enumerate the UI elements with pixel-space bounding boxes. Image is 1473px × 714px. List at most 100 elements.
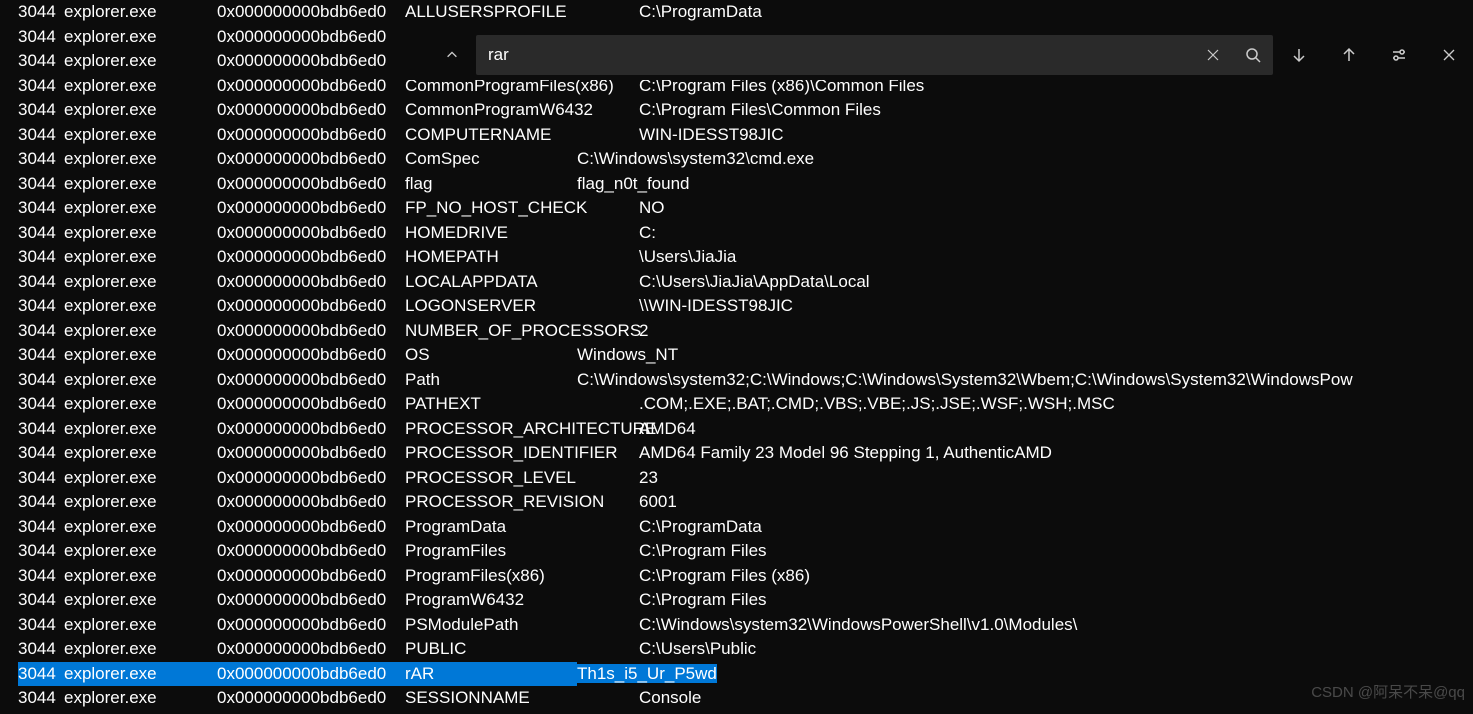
cell-pid: 3044 <box>18 686 64 711</box>
cell-process: explorer.exe <box>64 662 217 687</box>
cell-address: 0x000000000bdb6ed0 <box>217 74 405 99</box>
cell-address: 0x000000000bdb6ed0 <box>217 564 405 589</box>
cell-address: 0x000000000bdb6ed0 <box>217 147 405 172</box>
cell-pid: 3044 <box>18 515 64 540</box>
cell-value: \\WIN-IDESST98JIC <box>639 294 1473 319</box>
cell-variable: Path <box>405 368 577 393</box>
table-row: 3044explorer.exe0x000000000bdb6ed0rARTh1… <box>0 662 1473 687</box>
search-input[interactable] <box>476 45 1193 65</box>
cell-address: 0x000000000bdb6ed0 <box>217 466 405 491</box>
cell-address: 0x000000000bdb6ed0 <box>217 539 405 564</box>
cell-value: C:\ProgramData <box>639 0 1473 25</box>
cell-process: explorer.exe <box>64 368 217 393</box>
cell-variable: flag <box>405 172 577 197</box>
cell-address: 0x000000000bdb6ed0 <box>217 515 405 540</box>
cell-value: 2 <box>639 319 1473 344</box>
table-row: 3044explorer.exe0x000000000bdb6ed0HOMEDR… <box>0 221 1473 246</box>
cell-process: explorer.exe <box>64 613 217 638</box>
table-row: 3044explorer.exe0x000000000bdb6ed0PUBLIC… <box>0 637 1473 662</box>
cell-value: .COM;.EXE;.BAT;.CMD;.VBS;.VBE;.JS;.JSE;.… <box>639 392 1473 417</box>
cell-variable: PROCESSOR_LEVEL <box>405 466 639 491</box>
cell-variable: ComSpec <box>405 147 577 172</box>
table-row: 3044explorer.exe0x000000000bdb6ed0HOMEPA… <box>0 245 1473 270</box>
cell-pid: 3044 <box>18 98 64 123</box>
clear-icon[interactable] <box>1193 35 1233 75</box>
cell-value: AMD64 <box>639 417 1473 442</box>
cell-address: 0x000000000bdb6ed0 <box>217 392 405 417</box>
cell-pid: 3044 <box>18 637 64 662</box>
cell-pid: 3044 <box>18 196 64 221</box>
cell-address: 0x000000000bdb6ed0 <box>217 343 405 368</box>
cell-pid: 3044 <box>18 74 64 99</box>
cell-variable: LOCALAPPDATA <box>405 270 639 295</box>
settings-icon[interactable] <box>1375 35 1423 75</box>
cell-process: explorer.exe <box>64 270 217 295</box>
next-match-icon[interactable] <box>1275 35 1323 75</box>
cell-variable: HOMEDRIVE <box>405 221 639 246</box>
table-row: 3044explorer.exe0x000000000bdb6ed0Common… <box>0 98 1473 123</box>
cell-process: explorer.exe <box>64 147 217 172</box>
cell-pid: 3044 <box>18 49 64 74</box>
cell-process: explorer.exe <box>64 343 217 368</box>
table-row: 3044explorer.exe0x000000000bdb6ed0Progra… <box>0 588 1473 613</box>
cell-pid: 3044 <box>18 343 64 368</box>
cell-variable: ProgramFiles(x86) <box>405 564 639 589</box>
cell-pid: 3044 <box>18 588 64 613</box>
cell-value: flag_n0t_found <box>577 172 1473 197</box>
cell-variable: HOMEPATH <box>405 245 639 270</box>
cell-pid: 3044 <box>18 0 64 25</box>
terminal-output: 3044explorer.exe0x000000000bdb6ed0ALLUSE… <box>0 0 1473 714</box>
cell-process: explorer.exe <box>64 564 217 589</box>
table-row: 3044explorer.exe0x000000000bdb6ed0LOCALA… <box>0 270 1473 295</box>
cell-value: C:\Program Files (x86) <box>639 564 1473 589</box>
close-icon[interactable] <box>1425 35 1473 75</box>
table-row: 3044explorer.exe0x000000000bdb6ed0PROCES… <box>0 441 1473 466</box>
cell-address: 0x000000000bdb6ed0 <box>217 0 405 25</box>
table-row: 3044explorer.exe0x000000000bdb6ed0Progra… <box>0 564 1473 589</box>
cell-address: 0x000000000bdb6ed0 <box>217 637 405 662</box>
cell-value: Console <box>639 686 1473 711</box>
cell-value: C:\ProgramData <box>639 515 1473 540</box>
cell-pid: 3044 <box>18 245 64 270</box>
table-row: 3044explorer.exe0x000000000bdb6ed0PATHEX… <box>0 392 1473 417</box>
cell-value: C:\Users\Public <box>639 637 1473 662</box>
cell-variable: ProgramW6432 <box>405 588 639 613</box>
search-icon[interactable] <box>1233 35 1273 75</box>
cell-variable: COMPUTERNAME <box>405 123 639 148</box>
cell-process: explorer.exe <box>64 417 217 442</box>
cell-pid: 3044 <box>18 123 64 148</box>
table-row: 3044explorer.exe0x000000000bdb6ed0ALLUSE… <box>0 0 1473 25</box>
cell-pid: 3044 <box>18 221 64 246</box>
cell-variable: LOGONSERVER <box>405 294 639 319</box>
cell-value: Th1s_i5_Ur_P5wd <box>577 662 1473 687</box>
cell-process: explorer.exe <box>64 490 217 515</box>
table-row: 3044explorer.exe0x000000000bdb6ed0PROCES… <box>0 466 1473 491</box>
prev-match-icon[interactable] <box>1325 35 1373 75</box>
cell-address: 0x000000000bdb6ed0 <box>217 245 405 270</box>
cell-pid: 3044 <box>18 368 64 393</box>
cell-pid: 3044 <box>18 564 64 589</box>
cell-pid: 3044 <box>18 662 64 687</box>
cell-process: explorer.exe <box>64 0 217 25</box>
cell-pid: 3044 <box>18 294 64 319</box>
cell-process: explorer.exe <box>64 294 217 319</box>
cell-value: C:\Windows\system32\cmd.exe <box>577 147 1473 172</box>
cell-process: explorer.exe <box>64 98 217 123</box>
cell-process: explorer.exe <box>64 319 217 344</box>
cell-pid: 3044 <box>18 25 64 50</box>
cell-value: C:\Users\JiaJia\AppData\Local <box>639 270 1473 295</box>
cell-process: explorer.exe <box>64 196 217 221</box>
cell-value: C: <box>639 221 1473 246</box>
cell-address: 0x000000000bdb6ed0 <box>217 123 405 148</box>
cell-process: explorer.exe <box>64 588 217 613</box>
cell-address: 0x000000000bdb6ed0 <box>217 441 405 466</box>
cell-pid: 3044 <box>18 392 64 417</box>
table-row: 3044explorer.exe0x000000000bdb6ed0LOGONS… <box>0 294 1473 319</box>
cell-pid: 3044 <box>18 172 64 197</box>
cell-value: C:\Program Files\Common Files <box>639 98 1473 123</box>
chevron-up-icon[interactable] <box>430 35 474 75</box>
cell-address: 0x000000000bdb6ed0 <box>217 172 405 197</box>
cell-pid: 3044 <box>18 319 64 344</box>
cell-variable: rAR <box>405 662 577 687</box>
cell-address: 0x000000000bdb6ed0 <box>217 25 405 50</box>
